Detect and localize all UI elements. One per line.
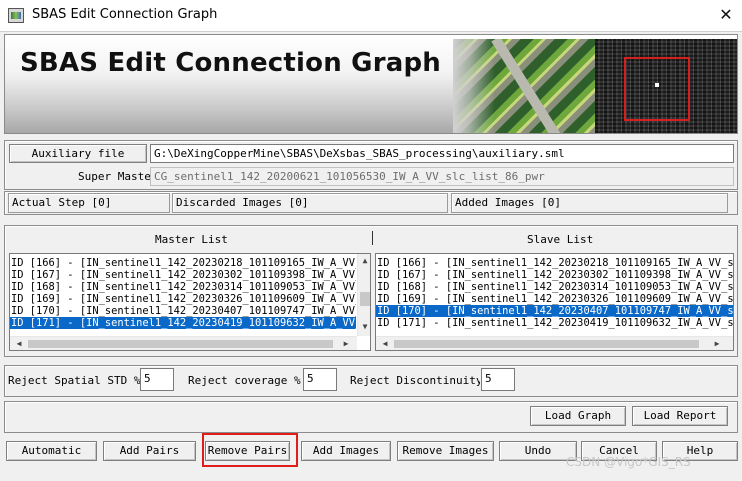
list-item[interactable]: ID [169] - [IN_sentinel1_142_20230326_10… xyxy=(10,293,356,305)
list-item[interactable]: ID [166] - [IN_sentinel1_142_20230218_10… xyxy=(376,257,733,269)
list-divider xyxy=(372,231,373,245)
arrow-right-icon[interactable]: ▶ xyxy=(341,339,351,349)
list-item[interactable]: ID [169] - [IN_sentinel1_142_20230326_10… xyxy=(376,293,733,305)
window-title: SBAS Edit Connection Graph xyxy=(32,7,218,22)
reject-spatial-std-input[interactable]: 5 xyxy=(140,368,174,391)
arrow-right-icon[interactable]: ▶ xyxy=(712,339,722,349)
super-master-label: Super Master xyxy=(78,170,158,183)
scroll-thumb[interactable] xyxy=(394,340,699,348)
list-item[interactable]: ID [167] - [IN_sentinel1_142_20230302_10… xyxy=(376,269,733,281)
banner-title: SBAS Edit Connection Graph xyxy=(20,48,442,78)
slave-list-hscrollbar[interactable]: ◀ ▶ xyxy=(376,336,733,350)
list-item[interactable]: ID [168] - [IN_sentinel1_142_20230314_10… xyxy=(10,281,356,293)
add-pairs-button[interactable]: Add Pairs xyxy=(103,441,196,461)
load-report-button[interactable]: Load Report xyxy=(632,406,728,426)
load-graph-button[interactable]: Load Graph xyxy=(530,406,626,426)
add-images-button[interactable]: Add Images xyxy=(301,441,391,461)
list-item[interactable]: ID [171] - [IN_sentinel1_142_20230419_10… xyxy=(10,317,356,329)
added-images-status: Added Images [0] xyxy=(451,193,728,213)
list-item[interactable]: ID [168] - [IN_sentinel1_142_20230314_10… xyxy=(376,281,733,293)
close-icon[interactable]: ✕ xyxy=(714,3,738,27)
auxiliary-file-button[interactable]: Auxiliary file xyxy=(9,144,147,163)
slave-list-header: Slave List xyxy=(527,233,594,246)
master-list-vscrollbar[interactable]: ▲ ▼ xyxy=(357,254,370,336)
remove-images-button[interactable]: Remove Images xyxy=(397,441,494,461)
app-icon xyxy=(8,8,24,23)
automatic-button[interactable]: Automatic xyxy=(6,441,97,461)
list-item[interactable]: ID [171] - [IN_sentinel1_142_20230419_10… xyxy=(376,317,733,329)
reject-discontinuity-input[interactable]: 5 xyxy=(481,368,515,391)
header-banner: SBAS Edit Connection Graph xyxy=(4,34,738,134)
aerial-photo-image xyxy=(453,39,595,133)
reject-coverage-input[interactable]: 5 xyxy=(303,368,337,391)
master-list-header: Master List xyxy=(155,233,228,246)
arrow-left-icon[interactable]: ◀ xyxy=(380,339,390,349)
title-bar: SBAS Edit Connection Graph ✕ xyxy=(0,0,742,32)
list-item[interactable]: ID [170] - [IN_sentinel1_142_20230407_10… xyxy=(10,305,356,317)
master-list-hscrollbar[interactable]: ◀ ▶ xyxy=(10,336,357,350)
list-item[interactable]: ID [170] - [IN_sentinel1_142_20230407_10… xyxy=(376,305,733,317)
discarded-images-status: Discarded Images [0] xyxy=(172,193,448,213)
sar-image xyxy=(595,39,737,133)
load-panel xyxy=(4,401,738,433)
reject-discontinuity-label: Reject Discontinuity % xyxy=(350,374,480,387)
remove-pairs-highlight xyxy=(202,433,298,467)
watermark: CSDN @Vigo*GIS_RS xyxy=(566,455,691,469)
master-list[interactable]: ID [166] - [IN_sentinel1_142_20230218_10… xyxy=(9,253,371,351)
auxiliary-file-path-field[interactable]: G:\DeXingCopperMine\SBAS\DeXsbas_SBAS_pr… xyxy=(150,144,734,163)
super-master-field: CG_sentinel1_142_20200621_101056530_IW_A… xyxy=(150,167,734,186)
arrow-left-icon[interactable]: ◀ xyxy=(14,339,24,349)
reject-coverage-label: Reject coverage % xyxy=(188,374,301,387)
arrow-down-icon[interactable]: ▼ xyxy=(360,322,370,332)
reject-spatial-std-label: Reject Spatial STD % xyxy=(8,374,141,387)
scroll-thumb[interactable] xyxy=(360,292,370,306)
list-item[interactable]: ID [167] - [IN_sentinel1_142_20230302_10… xyxy=(10,269,356,281)
list-item[interactable]: ID [166] - [IN_sentinel1_142_20230218_10… xyxy=(10,257,356,269)
arrow-up-icon[interactable]: ▲ xyxy=(360,256,370,266)
slave-list[interactable]: ID [166] - [IN_sentinel1_142_20230218_10… xyxy=(375,253,734,351)
roi-box xyxy=(624,57,690,121)
scroll-thumb[interactable] xyxy=(28,340,333,348)
actual-step-status: Actual Step [0] xyxy=(8,193,170,213)
